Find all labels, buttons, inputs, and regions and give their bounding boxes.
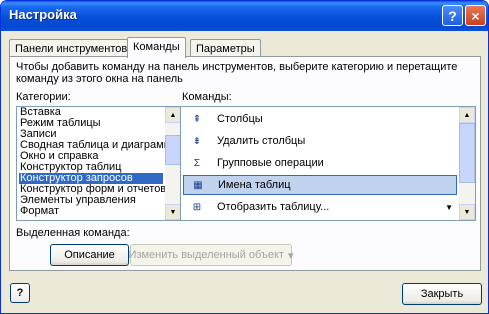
title-help-button[interactable]: ? bbox=[442, 5, 463, 26]
tab-options[interactable]: Параметры bbox=[190, 39, 261, 57]
window-title: Настройка bbox=[9, 7, 77, 22]
customize-dialog: Настройка ? × Панели инструментов Команд… bbox=[0, 0, 489, 314]
tab-toolbars[interactable]: Панели инструментов bbox=[9, 39, 134, 57]
scroll-thumb[interactable] bbox=[165, 135, 181, 165]
command-label: Имена таблиц bbox=[218, 179, 291, 191]
command-label: Столбцы bbox=[217, 113, 263, 125]
commands-panel: Чтобы добавить команду на панель инструм… bbox=[9, 56, 481, 271]
help-icon[interactable]: ? bbox=[10, 283, 30, 303]
title-bar[interactable]: Настройка ? × bbox=[1, 1, 488, 31]
selected-command-label: Выделенная команда: bbox=[16, 227, 130, 239]
submenu-arrow-icon: ▼ bbox=[445, 202, 453, 212]
scroll-thumb[interactable] bbox=[459, 123, 475, 183]
modify-selection-button[interactable]: Изменить выделенный объект ▾ bbox=[128, 244, 294, 266]
categories-list[interactable]: Вставка Режим таблицы Записи Сводная таб… bbox=[16, 106, 182, 221]
modify-selection-label: Изменить выделенный объект bbox=[128, 249, 284, 261]
delete-columns-icon: ⇟ bbox=[192, 135, 202, 147]
instruction-text: Чтобы добавить команду на панель инструм… bbox=[16, 61, 458, 85]
dropdown-arrow-icon: ▾ bbox=[287, 249, 294, 262]
sigma-icon: Σ bbox=[193, 157, 201, 169]
command-label: Отобразить таблицу... bbox=[217, 201, 330, 213]
commands-scrollbar[interactable]: ▲ ▼ bbox=[459, 107, 475, 220]
command-item-selected[interactable]: ▦ Имена таблиц bbox=[183, 175, 457, 195]
command-label: Удалить столбцы bbox=[217, 135, 306, 147]
command-item[interactable]: ⇟ Удалить столбцы bbox=[183, 131, 457, 151]
commands-list[interactable]: ⇞ Столбцы ⇟ Удалить столбцы Σ Групповые … bbox=[180, 106, 476, 221]
close-button[interactable]: Закрыть bbox=[402, 283, 482, 305]
scroll-down-arrow-icon[interactable]: ▼ bbox=[165, 204, 181, 220]
categories-label: Категории: bbox=[16, 91, 71, 103]
command-item[interactable]: ⇞ Столбцы bbox=[183, 109, 457, 129]
scroll-up-arrow-icon[interactable]: ▲ bbox=[165, 107, 181, 123]
command-label: Групповые операции bbox=[217, 157, 324, 169]
insert-columns-icon: ⇞ bbox=[192, 113, 202, 125]
commands-label: Команды: bbox=[182, 91, 232, 103]
command-item[interactable]: ⊞ Отобразить таблицу... ▼ bbox=[183, 197, 457, 217]
table-names-icon: ▦ bbox=[193, 179, 203, 191]
title-close-button[interactable]: × bbox=[465, 5, 486, 26]
description-button[interactable]: Описание bbox=[50, 244, 129, 266]
command-item[interactable]: Σ Групповые операции bbox=[183, 153, 457, 173]
scroll-up-arrow-icon[interactable]: ▲ bbox=[459, 107, 475, 123]
category-item[interactable]: Формат bbox=[19, 206, 59, 217]
show-table-icon: ⊞ bbox=[192, 201, 202, 213]
tab-commands[interactable]: Команды bbox=[127, 37, 186, 58]
scroll-down-arrow-icon[interactable]: ▼ bbox=[459, 204, 475, 220]
categories-scrollbar[interactable]: ▲ ▼ bbox=[165, 107, 181, 220]
